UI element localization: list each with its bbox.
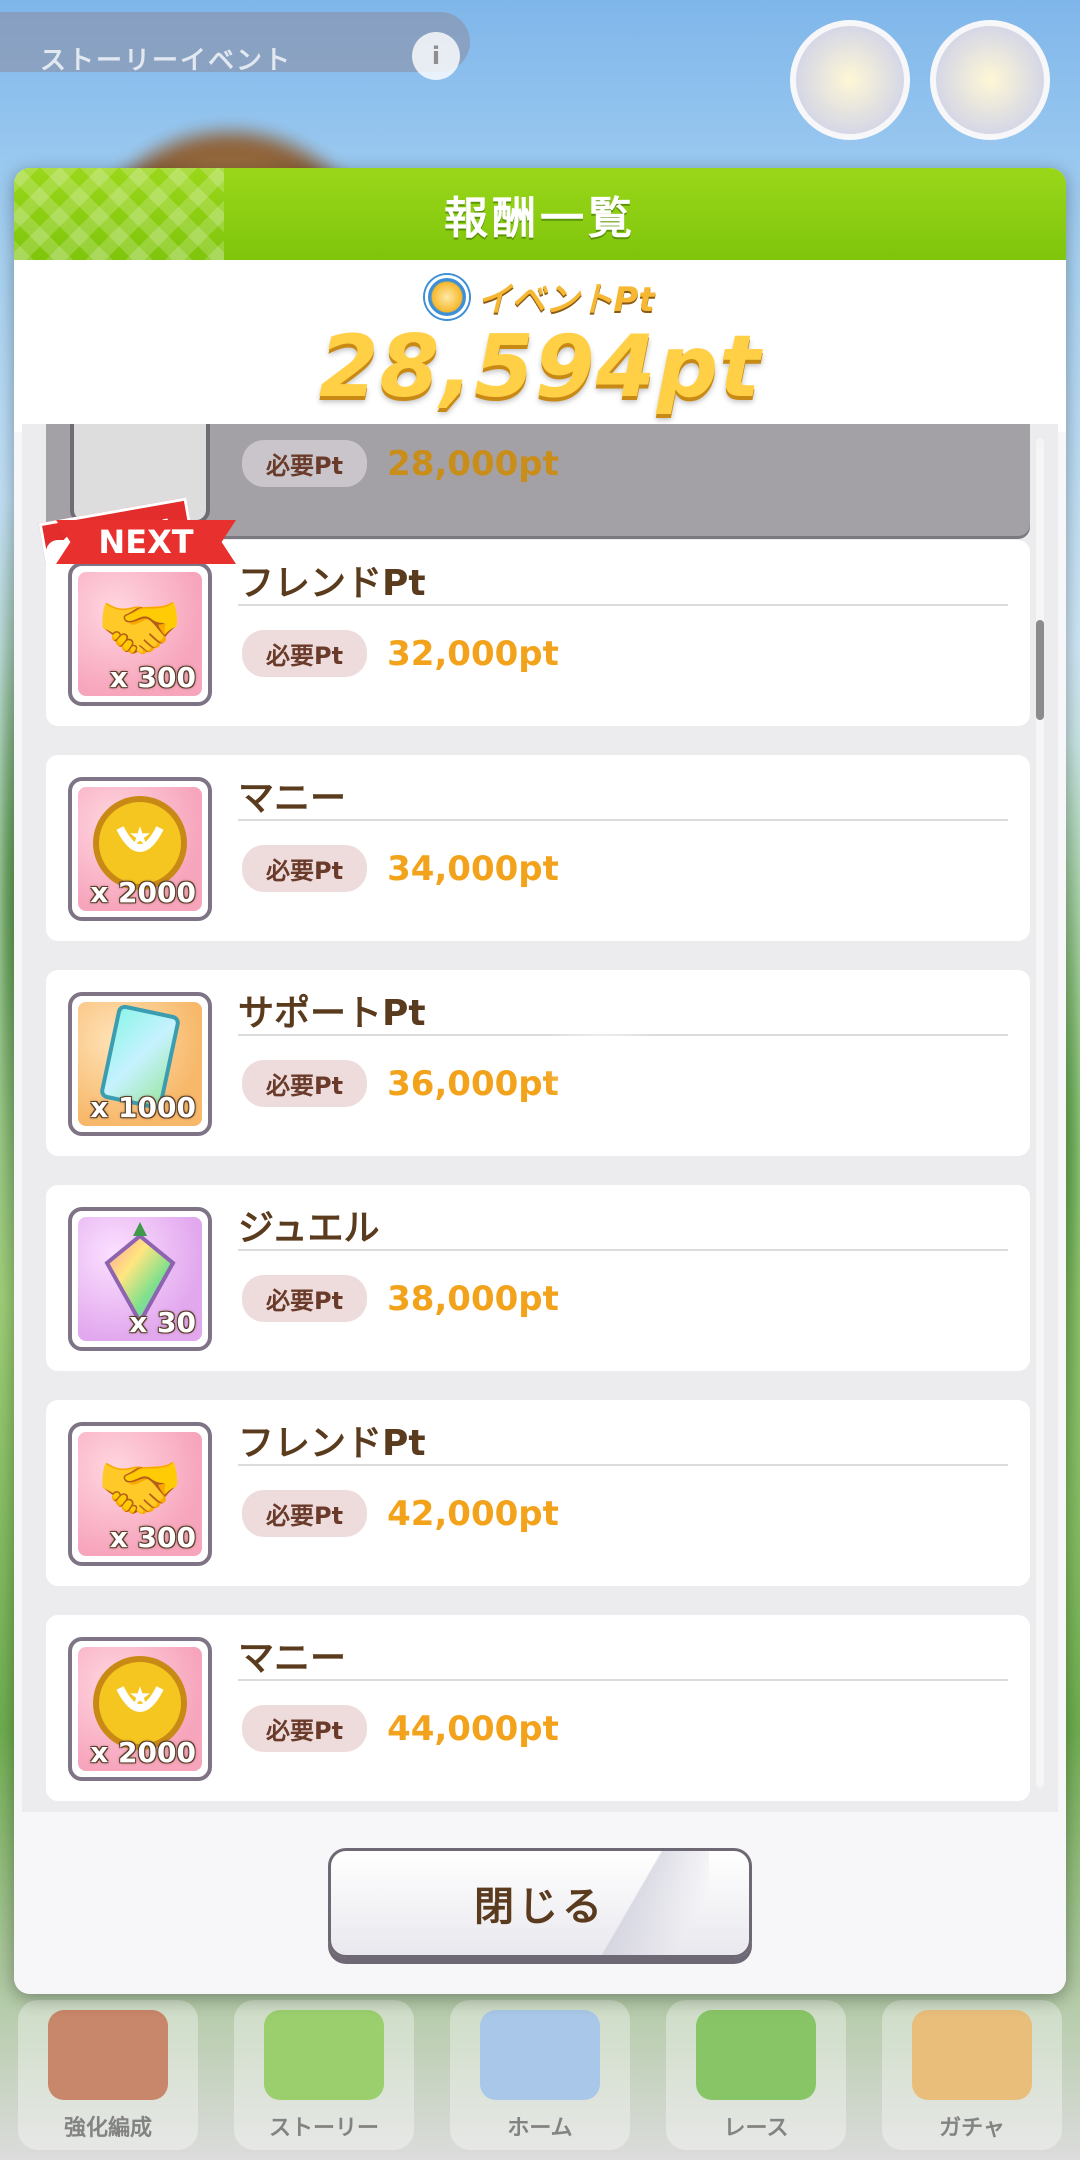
divider [238,1679,1008,1681]
nav-item-race: レース [666,2000,846,2150]
story-event-bar: ストーリーイベント i [0,12,470,80]
race-icon [696,2010,816,2100]
reward-card: ★ x 2000 マニー 必要Pt 34,000pt [46,755,1030,941]
handshake-icon: 🤝 [96,1446,184,1529]
story-icon [264,2010,384,2100]
reward-card: 🤝 x 300 フレンドPt 必要Pt 42,000pt [46,1400,1030,1586]
divider [238,819,1008,821]
event-points-value: 28,594pt [318,317,762,417]
nav-item-training: 強化編成 [18,2000,198,2150]
required-value: 32,000pt [387,633,559,674]
reward-quantity: x 30 [129,1306,196,1339]
nav-item-story: ストーリー [234,2000,414,2150]
reward-quantity: x 300 [109,1521,196,1554]
nav-label: ガチャ [939,2116,1005,2141]
nav-label: 強化編成 [63,2116,152,2141]
bottom-navigation: 強化編成 ストーリー ホーム レース ガチャ [0,1990,1080,2160]
reward-item-icon: 🤝 x 300 [68,1422,212,1566]
reward-card-cleared: 必要Pt 28,000pt [46,424,1030,536]
reward-item-icon: 🤝 x 300 [68,562,212,706]
reward-card: x 30 ジュエル 必要Pt 38,000pt [46,1185,1030,1371]
reward-card: ★ x 2000 マニー 必要Pt 44,000pt [46,1615,1030,1801]
required-points-row: 必要Pt 28,000pt [242,440,559,487]
required-label: 必要Pt [242,630,368,677]
reward-quantity: x 300 [109,661,196,694]
info-badge: i [412,32,460,80]
event-points-label: イベントPt [477,280,655,320]
star-sparkle-icon: ★ [542,1004,662,1124]
required-value: 34,000pt [387,848,559,889]
required-points-row: 必要Pt 42,000pt [242,1490,559,1537]
reward-name: フレンドPt [238,1423,426,1464]
reward-item-icon: x 1000 [68,992,212,1136]
required-label: 必要Pt [242,1060,368,1107]
svg-text:★: ★ [128,1682,151,1712]
required-points-row: 必要Pt 36,000pt [242,1060,559,1107]
required-points-row: 必要Pt 38,000pt [242,1275,559,1322]
nav-label: ホーム [507,2116,573,2141]
reward-name: ジュエル [238,1208,380,1249]
character-avatar [790,20,910,140]
handshake-icon: 🤝 [96,586,184,669]
required-value: 28,000pt [387,443,559,484]
reward-list-modal: 報酬一覧 イベントPt 28,594pt 必要Pt 28,000pt CLEAR… [14,168,1066,1994]
modal-title: 報酬一覧 [444,193,636,244]
required-value: 42,000pt [387,1493,559,1534]
required-label: 必要Pt [242,1275,368,1322]
required-points-row: 必要Pt 44,000pt [242,1705,559,1752]
reward-quantity: x 1000 [90,1091,196,1124]
reward-name: マニー [238,1638,347,1679]
scrollbar-thumb[interactable] [1036,620,1044,720]
training-icon [48,2010,168,2100]
modal-header: 報酬一覧 [14,168,1066,260]
reward-item-icon: ★ x 2000 [68,1637,212,1781]
required-label: 必要Pt [242,845,368,892]
required-value: 38,000pt [387,1278,559,1319]
required-label: 必要Pt [242,440,368,487]
event-pt-icon [425,274,470,319]
event-points-panel: イベントPt 28,594pt [14,260,1066,432]
divider [238,1464,1008,1466]
close-button[interactable]: 閉じる [328,1848,752,1958]
reward-name: サポートPt [238,993,426,1034]
required-value: 44,000pt [387,1708,559,1749]
modal-footer: 閉じる [14,1812,1066,1994]
divider [238,1249,1008,1251]
reward-item-icon: x 30 [68,1207,212,1351]
reward-list[interactable]: 必要Pt 28,000pt CLEAR! NEXT 🤝 x 300 フレンドPt… [22,424,1058,1812]
required-points-row: 必要Pt 32,000pt [242,630,559,677]
svg-text:★: ★ [128,822,151,852]
next-tag: NEXT [56,520,236,564]
reward-quantity: x 2000 [90,876,196,909]
required-value: 36,000pt [387,1063,559,1104]
reward-item-icon: ★ x 2000 [68,777,212,921]
reward-quantity: x 2000 [90,1736,196,1769]
gacha-icon [912,2010,1032,2100]
reward-name: マニー [238,778,347,819]
menu-avatar [930,20,1050,140]
nav-item-home: ホーム [450,2000,630,2150]
reward-card: x 1000 サポートPt 必要Pt 36,000pt [46,970,1030,1156]
reward-name: フレンドPt [238,563,426,604]
required-points-row: 必要Pt 34,000pt [242,845,559,892]
nav-label: ストーリー [268,2116,379,2141]
required-label: 必要Pt [242,1490,368,1537]
nav-item-gacha: ガチャ [882,2000,1062,2150]
event-points-label-row: イベントPt [425,272,655,321]
reward-card: 🤝 x 300 フレンドPt 必要Pt 32,000pt [46,540,1030,726]
required-label: 必要Pt [242,1705,368,1752]
story-event-title: ストーリーイベント [40,46,293,76]
home-icon [480,2010,600,2100]
nav-label: レース [723,2116,789,2141]
divider [238,604,1008,606]
